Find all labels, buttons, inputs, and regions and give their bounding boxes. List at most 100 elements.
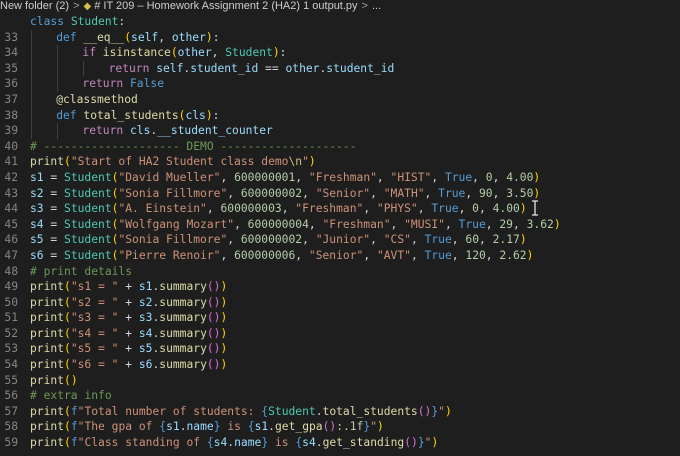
code-editor[interactable]: New folder (2) > ◆ # IT 209 – Homework Assi… bbox=[0, 0, 680, 456]
code-token: 2.62 bbox=[499, 248, 527, 262]
code-token: ) bbox=[519, 233, 527, 247]
code-line[interactable]: 54 print("s6 = " + s6.summary()) bbox=[0, 357, 680, 373]
code-token: "s6 = " bbox=[70, 358, 119, 372]
code-line[interactable]: 50 print("s2 = " + s2.summary()) bbox=[0, 295, 680, 311]
code-token: True bbox=[424, 233, 452, 247]
code-token: "Sonia Fillmore" bbox=[118, 233, 228, 247]
code-token: 0 bbox=[485, 170, 493, 184]
code-token: , bbox=[424, 186, 439, 200]
code-token: , bbox=[158, 30, 172, 44]
code-token: print bbox=[30, 326, 65, 340]
code-token: ( bbox=[64, 311, 71, 325]
code-token: get_gpa bbox=[274, 420, 323, 434]
code-token: ) bbox=[220, 358, 228, 372]
code-token: "Senior" bbox=[308, 248, 364, 262]
code-token: ) bbox=[308, 155, 316, 169]
code-token: , bbox=[458, 202, 473, 216]
code-line[interactable]: 55 print() bbox=[0, 373, 680, 389]
code-token: s5 bbox=[30, 233, 44, 247]
code-line[interactable]: 58 print(f"The gpa of {s1.name} is {s1.ge… bbox=[0, 419, 680, 435]
code-token: print bbox=[30, 155, 65, 169]
code-line[interactable]: 43 s2 = Student("Sonia Fillmore", 6000000… bbox=[0, 186, 680, 202]
code-token: "MATH" bbox=[383, 186, 425, 200]
code-text: s6 = Student("Pierre Renoir", 600000006,… bbox=[30, 248, 533, 264]
code-line[interactable]: 53 print("s5 = " + s5.summary()) bbox=[0, 341, 680, 357]
code-token: False bbox=[130, 77, 165, 91]
code-token: 29 bbox=[499, 217, 513, 231]
code-line[interactable]: 39 return cls.__student_counter bbox=[0, 123, 680, 139]
code-area[interactable]: class Student: 33 def __eq__(self, other):… bbox=[0, 14, 680, 451]
code-token: \n bbox=[288, 155, 303, 169]
code-token: 60 bbox=[465, 233, 479, 247]
code-token: s1 bbox=[138, 280, 153, 294]
code-line[interactable]: 35 return self.student_id == other.studen… bbox=[0, 60, 680, 77]
code-text: def __eq__(self, other): bbox=[56, 30, 219, 46]
code-token: "s5 = " bbox=[70, 342, 119, 356]
breadcrumb-symbol-trail[interactable]: ... bbox=[372, 0, 381, 13]
code-line[interactable]: 37 @classmethod bbox=[0, 91, 680, 108]
line-number: 56 bbox=[4, 389, 18, 403]
code-token: 600000003 bbox=[220, 202, 282, 216]
code-token: Student bbox=[268, 404, 316, 418]
code-token: f bbox=[70, 404, 78, 418]
code-line[interactable]: 45 s4 = Student("Wolfgang Mozart", 600000… bbox=[0, 217, 680, 233]
code-text: s3 = Student("A. Einstein", 600000003, "… bbox=[30, 201, 527, 217]
breadcrumb-file[interactable]: # IT 209 – Homework Assignment 2 (HA2) 1… bbox=[94, 0, 357, 13]
code-token: ) bbox=[444, 404, 452, 418]
code-line[interactable]: 59 print(f"Class standing of {s4.name} is… bbox=[0, 435, 680, 451]
code-line[interactable]: 51 print("s3 = " + s3.summary()) bbox=[0, 310, 680, 326]
breadcrumb-folder[interactable]: New folder (2) bbox=[0, 0, 69, 13]
code-line[interactable]: 40 # -------------------- DEMO ----------… bbox=[0, 139, 680, 155]
code-token: s1 bbox=[30, 170, 44, 184]
code-token: () bbox=[322, 420, 337, 434]
code-line[interactable]: 52 print("s4 = " + s4.summary()) bbox=[0, 326, 680, 342]
code-token: student_id bbox=[326, 61, 395, 75]
code-token: 4.00 bbox=[506, 170, 534, 184]
code-token: , bbox=[281, 202, 296, 216]
code-line[interactable]: 48 # print details bbox=[0, 264, 680, 280]
code-token: "Junior" bbox=[315, 233, 371, 247]
code-token: , bbox=[492, 186, 507, 200]
code-text: @classmethod bbox=[56, 92, 138, 108]
code-token: () bbox=[206, 358, 221, 372]
code-line[interactable]: 34 if isinstance(other, Student): bbox=[0, 45, 680, 61]
code-token: , bbox=[478, 202, 493, 216]
code-token: summary bbox=[159, 280, 207, 294]
line-number: 48 bbox=[4, 264, 18, 278]
code-token: is bbox=[220, 420, 248, 434]
code-token: f bbox=[70, 420, 78, 434]
code-token: , bbox=[431, 170, 445, 184]
code-line[interactable]: 36 return False bbox=[0, 76, 680, 92]
code-token: , bbox=[370, 186, 384, 200]
code-token: Student bbox=[64, 186, 112, 200]
code-line[interactable]: 41 print("Start of HA2 Student class demo… bbox=[0, 154, 680, 170]
code-token: " bbox=[438, 404, 445, 418]
code-token: class bbox=[30, 15, 71, 28]
code-token: , bbox=[227, 186, 241, 200]
code-token: "Senior" bbox=[315, 186, 371, 200]
code-line[interactable]: 49 print("s1 = " + s1.summary()) bbox=[0, 279, 680, 295]
code-token: "Freshman" bbox=[308, 170, 377, 184]
code-line[interactable]: class Student: bbox=[0, 14, 680, 30]
chevron-right-icon: > bbox=[361, 0, 368, 12]
code-token: True bbox=[438, 186, 466, 200]
code-line[interactable]: 33 def __eq__(self, other): bbox=[0, 29, 680, 46]
code-token: + bbox=[118, 280, 139, 294]
code-text: # -------------------- DEMO ------------… bbox=[30, 139, 356, 155]
code-text: if isinstance(other, Student): bbox=[82, 45, 286, 61]
code-token: print bbox=[30, 295, 65, 309]
code-token: = bbox=[43, 233, 65, 247]
code-line[interactable]: 57 print(f"Total number of students: {Stu… bbox=[0, 404, 680, 420]
code-line[interactable]: 44 s3 = Student("A. Einstein", 600000003,… bbox=[0, 201, 680, 217]
code-token: = bbox=[43, 248, 65, 262]
code-line[interactable]: 46 s5 = Student("Sonia Fillmore", 6000000… bbox=[0, 232, 680, 248]
code-line[interactable]: 56 # extra info bbox=[0, 388, 680, 404]
code-token: + bbox=[118, 311, 139, 325]
code-line[interactable]: 47 s6 = Student("Pierre Renoir", 60000000… bbox=[0, 248, 680, 264]
code-token: ) bbox=[220, 280, 228, 294]
code-token: ( bbox=[64, 358, 71, 372]
code-text: print("s6 = " + s6.summary()) bbox=[30, 357, 227, 373]
code-line[interactable]: 38 def total_students(cls): bbox=[0, 107, 680, 124]
code-line[interactable]: 42 s1 = Student("David Mueller", 60000000… bbox=[0, 170, 680, 186]
code-token: ) bbox=[533, 170, 541, 184]
